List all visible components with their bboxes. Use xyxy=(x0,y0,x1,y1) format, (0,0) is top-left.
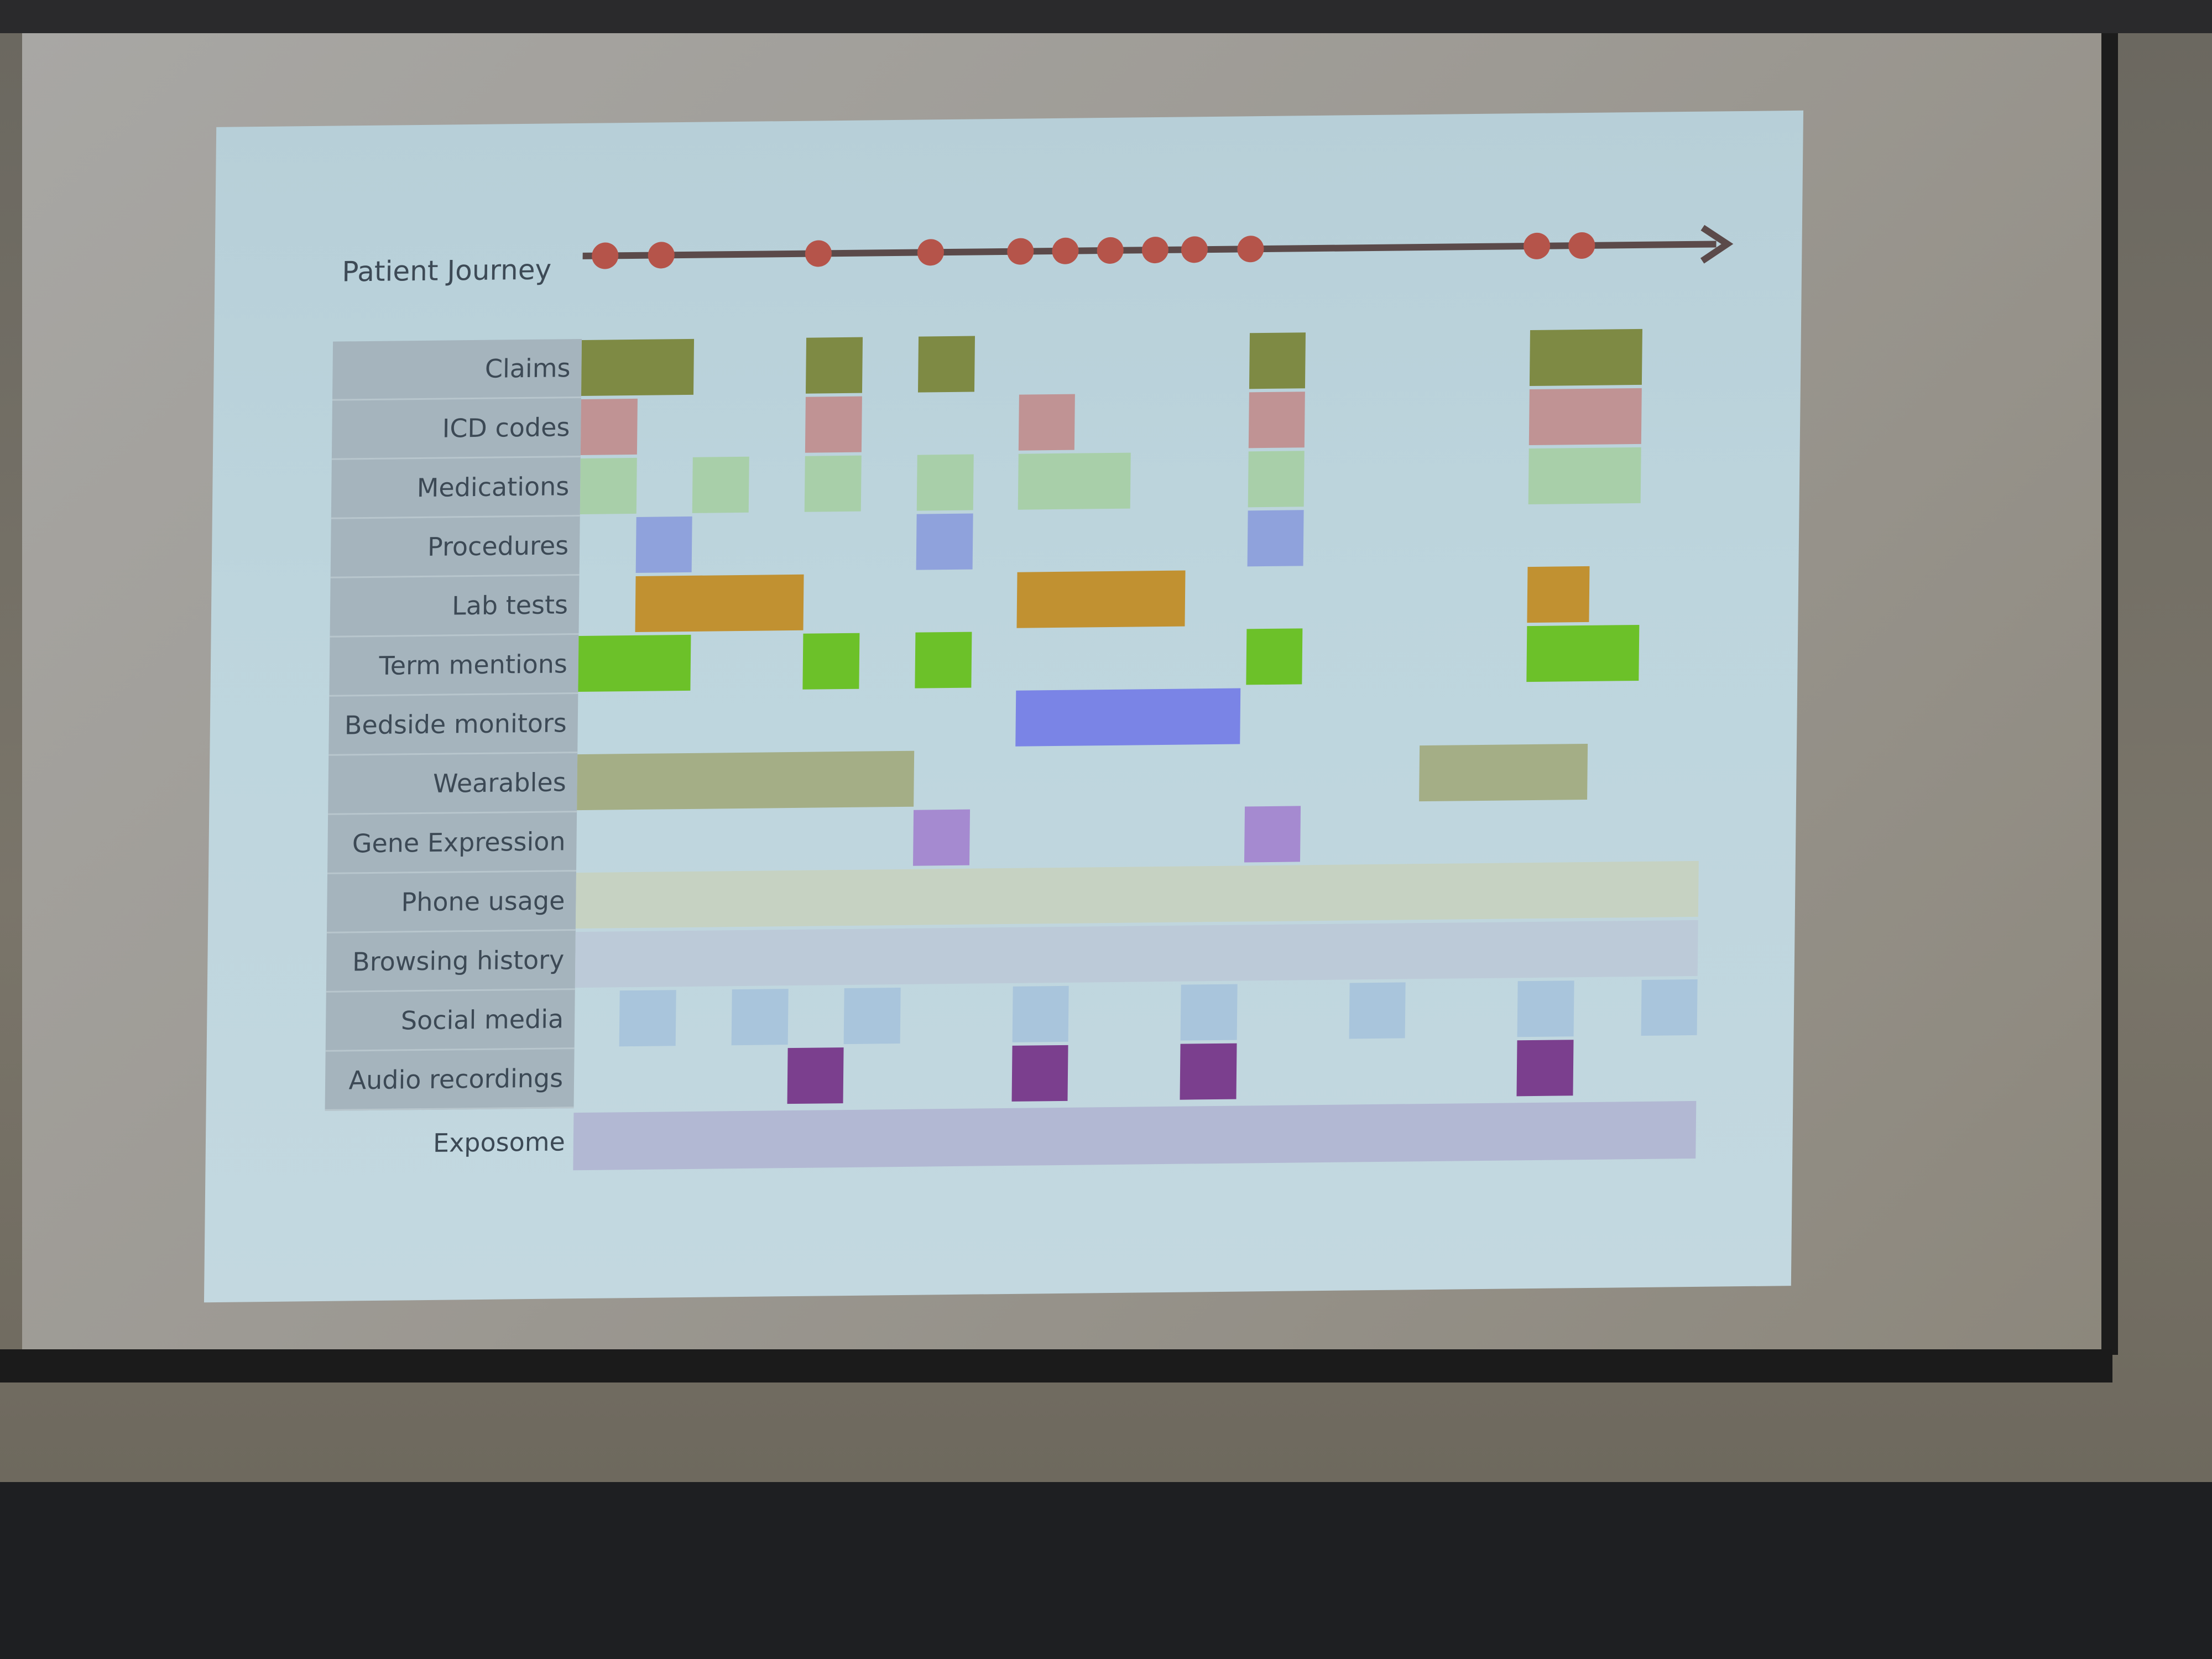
data-block xyxy=(1530,328,1643,387)
data-block xyxy=(635,574,804,632)
row-label-panel: Social media xyxy=(325,990,575,1052)
data-block xyxy=(578,634,691,692)
row-label-panel: Term mentions xyxy=(329,635,579,697)
data-block xyxy=(1516,1040,1574,1097)
row-label: Social media xyxy=(400,1004,564,1036)
data-block xyxy=(1015,688,1240,747)
row-label: Term mentions xyxy=(379,649,568,681)
journey-event-dot xyxy=(1237,236,1264,263)
row-label: Medications xyxy=(416,471,570,503)
data-block xyxy=(805,337,863,394)
data-block xyxy=(1349,982,1406,1039)
data-block xyxy=(731,989,789,1046)
row-label-panel: Audio recordings xyxy=(325,1049,575,1111)
journey-event-dot xyxy=(648,242,675,269)
journey-event-dot xyxy=(805,240,832,267)
row-label: Bedside monitors xyxy=(344,708,567,740)
exposome-label: Exposome xyxy=(432,1126,566,1158)
row-label: Procedures xyxy=(427,530,569,562)
data-block xyxy=(1528,447,1642,505)
data-block xyxy=(1018,452,1131,510)
row-label: Audio recordings xyxy=(348,1063,564,1095)
journey-event-dot xyxy=(592,242,619,269)
row-label: Wearables xyxy=(432,767,566,799)
data-block xyxy=(1018,394,1076,451)
row-label-panel: Gene Expression xyxy=(327,812,577,874)
data-block xyxy=(581,338,695,396)
data-block xyxy=(1418,743,1588,802)
data-block xyxy=(692,456,749,513)
row-label: Gene Expression xyxy=(352,826,566,859)
journey-event-dot xyxy=(1181,236,1208,263)
data-block xyxy=(804,455,862,512)
journey-event-dot xyxy=(1568,232,1595,259)
data-block xyxy=(575,920,1698,988)
data-block xyxy=(1016,570,1186,628)
data-block xyxy=(1247,510,1304,567)
data-block xyxy=(1248,392,1306,448)
data-block xyxy=(913,809,970,866)
data-block xyxy=(580,398,638,455)
row-label-panel: Bedside monitors xyxy=(328,694,578,756)
data-block xyxy=(1246,628,1303,685)
data-block xyxy=(802,633,859,690)
data-block xyxy=(916,454,974,511)
row-label: Browsing history xyxy=(352,945,565,977)
row-label-panel: Phone usage xyxy=(326,872,576,933)
data-block xyxy=(1249,332,1306,389)
row-label: Lab tests xyxy=(451,589,568,621)
exposome-band xyxy=(573,1100,1697,1171)
data-block xyxy=(1517,980,1574,1037)
row-label-panel: Claims xyxy=(332,338,582,401)
data-block xyxy=(805,396,862,453)
row-label: ICD codes xyxy=(442,412,570,444)
data-block xyxy=(1527,566,1590,623)
data-block xyxy=(843,987,901,1045)
slide: Patient Journey Claims ICD codes Medicatio… xyxy=(204,110,1804,1303)
data-block xyxy=(1180,984,1238,1041)
data-block xyxy=(1244,806,1301,863)
data-block xyxy=(1526,624,1640,682)
data-block xyxy=(580,457,637,515)
data-block xyxy=(787,1047,844,1104)
data-block xyxy=(577,750,915,811)
data-block xyxy=(1180,1043,1237,1100)
data-block xyxy=(917,336,975,393)
data-block xyxy=(916,513,973,570)
data-block xyxy=(1641,979,1698,1036)
data-block xyxy=(619,990,676,1047)
journey-event-dot xyxy=(1052,237,1079,264)
row-label-panel: Browsing history xyxy=(326,931,576,993)
journey-event-dot xyxy=(1007,238,1034,265)
data-block xyxy=(1248,451,1305,508)
data-block xyxy=(635,516,692,573)
journey-event-dot xyxy=(917,239,944,266)
row-label-panel: ICD codes xyxy=(331,398,581,460)
row-label: Phone usage xyxy=(401,885,565,917)
data-block xyxy=(1012,985,1069,1042)
audience-area xyxy=(0,1482,2212,1659)
data-block xyxy=(1529,388,1642,446)
data-block xyxy=(1011,1045,1068,1102)
data-block xyxy=(575,860,1699,929)
row-label-panel: Medications xyxy=(331,457,581,519)
data-block xyxy=(915,632,972,688)
journey-event-dot xyxy=(1141,237,1168,264)
screen-bottom-bar xyxy=(0,1349,2112,1383)
ceiling xyxy=(0,0,2212,33)
journey-event-dot xyxy=(1097,237,1124,264)
row-label-panel: Procedures xyxy=(330,517,580,578)
row-label-panel: Lab tests xyxy=(330,576,580,638)
row-label: Claims xyxy=(484,353,571,384)
row-label-panel: Wearables xyxy=(328,753,578,815)
journey-event-dot xyxy=(1524,232,1551,259)
